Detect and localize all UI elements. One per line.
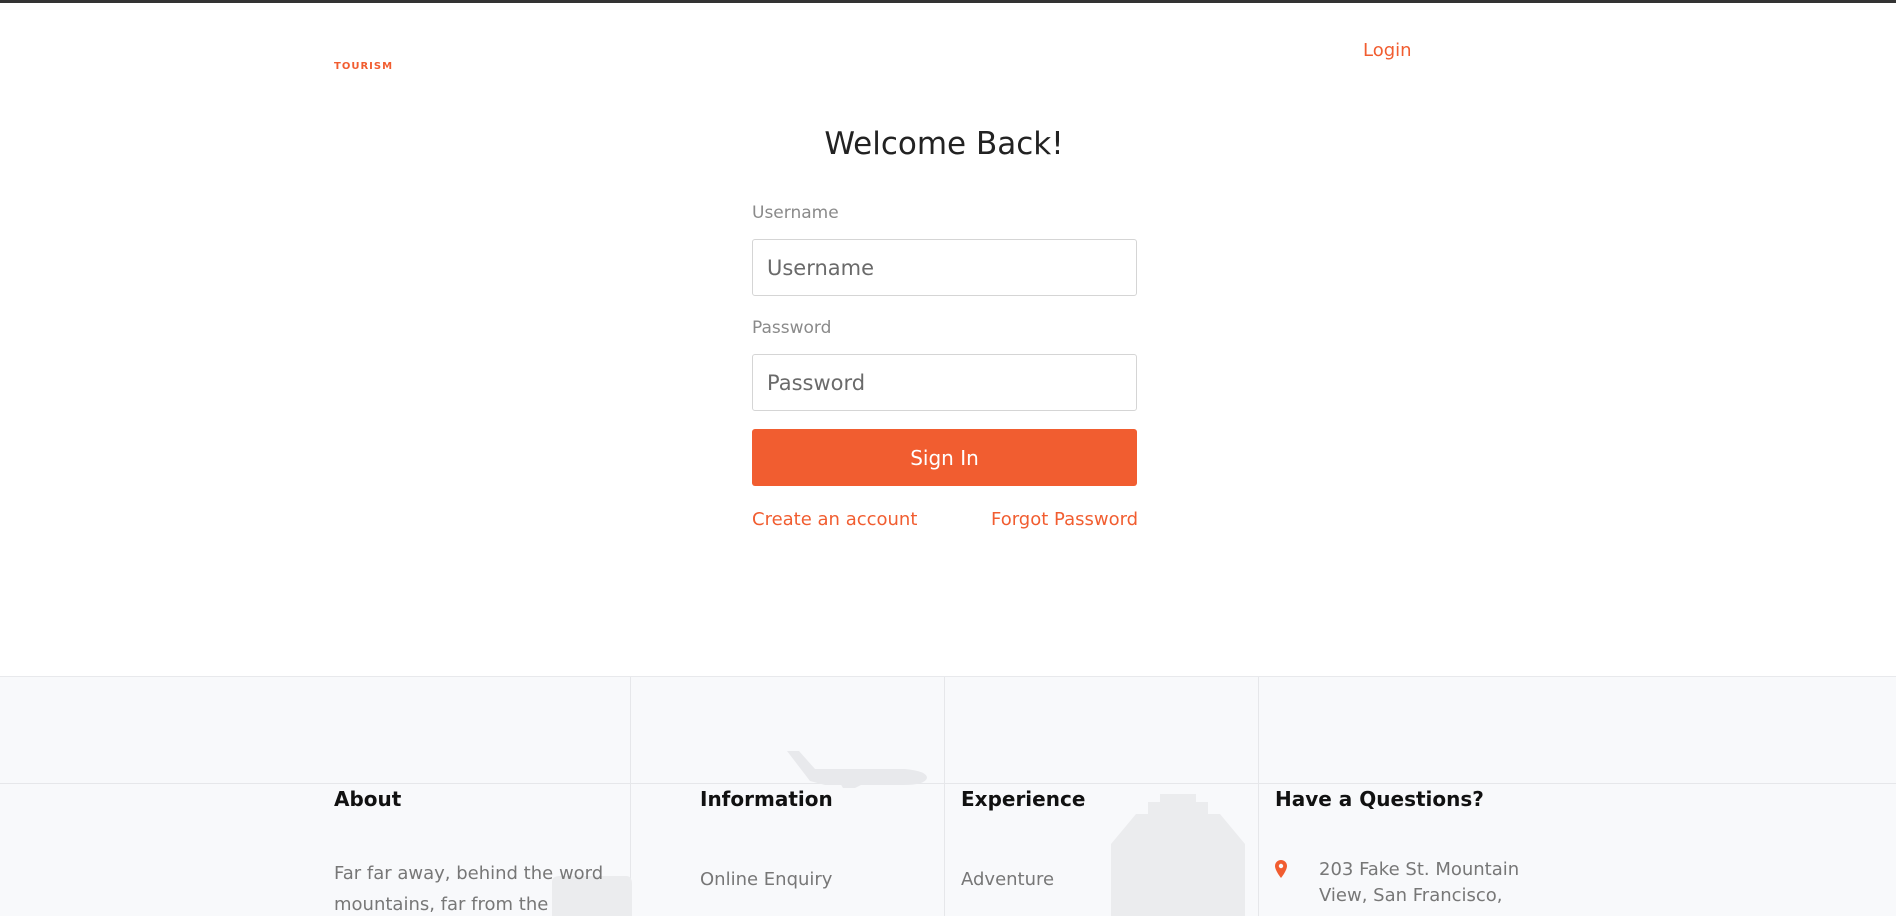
footer-about-text: Far far away, behind the word mountains,… bbox=[334, 858, 603, 916]
password-label: Password bbox=[752, 318, 832, 338]
top-border bbox=[0, 0, 1896, 3]
footer-questions-title: Have a Questions? bbox=[1275, 787, 1484, 811]
username-label: Username bbox=[752, 203, 839, 223]
nav-login-link[interactable]: Login bbox=[1363, 40, 1412, 61]
footer-experience-title: Experience bbox=[961, 787, 1086, 811]
footer-about-title: About bbox=[334, 787, 402, 811]
brand-logo[interactable]: TOURISM bbox=[334, 61, 393, 72]
footer-information-title: Information bbox=[700, 787, 833, 811]
username-input[interactable] bbox=[752, 239, 1137, 296]
footer-link-adventure[interactable]: Adventure bbox=[961, 869, 1054, 890]
password-input[interactable] bbox=[752, 354, 1137, 411]
footer-link-online-enquiry[interactable]: Online Enquiry bbox=[700, 869, 832, 890]
footer-address: 203 Fake St. Mountain View, San Francisc… bbox=[1319, 857, 1539, 909]
airplane-icon bbox=[787, 751, 927, 788]
footer-address-line: View, San Francisco, bbox=[1319, 885, 1503, 906]
footer-divider-vertical bbox=[1258, 677, 1259, 916]
page-title: Welcome Back! bbox=[824, 126, 1064, 162]
sign-in-button[interactable]: Sign In bbox=[752, 429, 1137, 486]
footer: About Far far away, behind the word moun… bbox=[0, 676, 1896, 916]
map-marker-icon bbox=[1275, 860, 1287, 878]
footer-divider-horizontal bbox=[0, 783, 1896, 784]
footer-about-text-line: Far far away, behind the word bbox=[334, 863, 604, 884]
create-account-link[interactable]: Create an account bbox=[752, 509, 917, 530]
footer-divider-vertical bbox=[944, 677, 945, 916]
footer-address-line: 203 Fake St. Mountain bbox=[1319, 859, 1520, 880]
footer-about-text-line: mountains, far from the bbox=[334, 894, 549, 915]
building-icon bbox=[1111, 794, 1245, 916]
forgot-password-link[interactable]: Forgot Password bbox=[991, 509, 1138, 530]
